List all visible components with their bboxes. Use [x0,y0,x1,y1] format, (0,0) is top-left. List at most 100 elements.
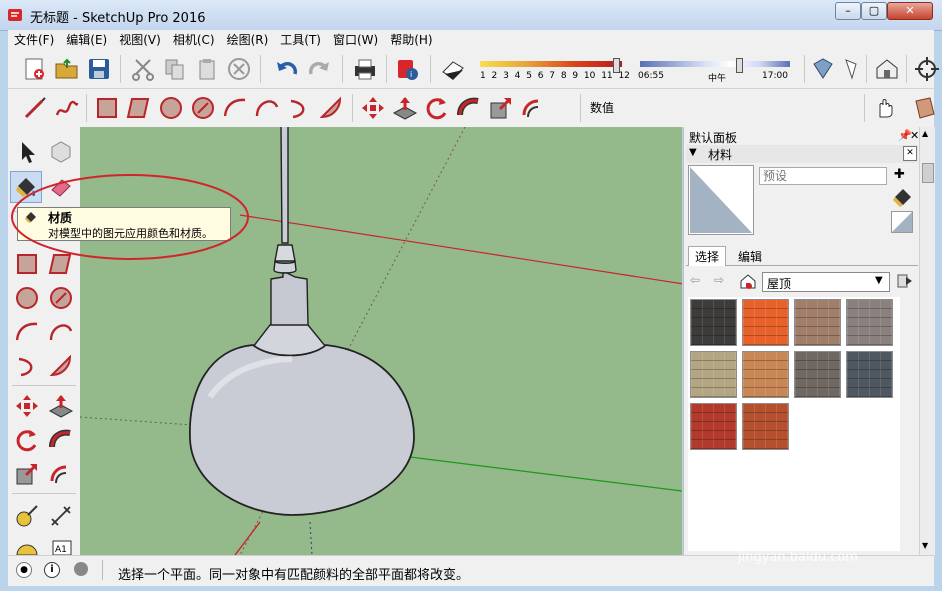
arc-left-icon[interactable] [14,319,40,345]
maximize-button[interactable]: ▢ [861,2,887,20]
two-point-arc-left-icon[interactable] [48,319,74,345]
shadows-toggle-icon[interactable] [440,56,466,82]
rotate-tool-icon[interactable] [424,95,450,121]
sketchup-app-icon[interactable] [7,7,23,23]
swatch-roof-tile[interactable] [742,403,789,450]
rotated-rectangle-icon[interactable] [126,95,152,121]
scale-left-icon[interactable] [14,461,40,487]
section-close-icon[interactable]: ✕ [903,146,917,161]
walk-hand-icon[interactable] [872,95,898,121]
push-pull-icon[interactable] [392,95,418,121]
menu-draw[interactable]: 绘图(R) [221,30,275,50]
print-icon[interactable] [352,56,378,82]
swatch-roof-gray[interactable] [846,299,893,346]
forward-arrow-icon[interactable]: ⇨ [714,273,724,287]
material-category-select[interactable]: 屋顶 ▼ [762,272,890,292]
model-viewport[interactable] [80,127,682,555]
create-material-icon[interactable]: ✚ [894,167,908,185]
line-tool-icon[interactable] [22,95,48,121]
push-pull-left-icon[interactable] [48,393,74,419]
swatch-roof-scale[interactable] [742,351,789,398]
swatch-roof-blue-gray[interactable] [846,351,893,398]
follow-me-icon[interactable] [456,95,482,121]
shadow-time-slider[interactable]: 06:55 中午 17:00 [636,58,796,84]
erase-icon[interactable] [226,56,252,82]
home-icon[interactable] [740,273,756,289]
scroll-up-icon[interactable]: ▲ [922,129,932,139]
material-name-field[interactable] [759,167,887,185]
menu-window[interactable]: 窗口(W) [327,30,384,50]
tab-edit[interactable]: 编辑 [732,248,768,265]
polygon-left-icon[interactable] [48,285,74,311]
scale-tool-icon[interactable] [488,95,514,121]
swatch-roof-orange[interactable] [742,299,789,346]
open-folder-icon[interactable] [54,56,80,82]
materials-section-header[interactable]: ▼ 材料 ✕ [686,145,918,163]
offset-left-icon[interactable] [48,461,74,487]
tray-close-icon[interactable]: ✕ [910,129,919,142]
paste-icon[interactable] [194,56,220,82]
menu-edit[interactable]: 编辑(E) [60,30,113,50]
paint-bucket-tool[interactable] [10,171,42,203]
menu-camera[interactable]: 相机(C) [167,30,221,50]
tape-measure-icon[interactable] [14,503,40,529]
menu-view[interactable]: 视图(V) [113,30,167,50]
eraser-tool-icon[interactable] [48,174,74,200]
swatch-roof-red-metal[interactable] [690,403,737,450]
three-point-arc-left-icon[interactable] [14,353,40,379]
two-point-arc-icon[interactable] [254,95,280,121]
pie-left-icon[interactable] [48,353,74,379]
arc-tool-icon[interactable] [222,95,248,121]
sample-paint-icon[interactable] [891,187,915,209]
credits-info-icon[interactable]: i [44,562,60,578]
swatch-roof-tan[interactable] [690,351,737,398]
rectangle-left-icon[interactable] [14,251,40,277]
position-camera-icon[interactable] [914,56,940,82]
back-arrow-icon[interactable]: ⇦ [690,273,700,287]
polygon-tool-icon[interactable] [190,95,216,121]
model-info-icon[interactable]: i [394,56,420,82]
rotate-left-icon[interactable] [14,427,40,453]
user-icon[interactable] [74,562,88,576]
tab-select[interactable]: 选择 [688,246,727,266]
swatch-roof-brown[interactable] [794,299,841,346]
close-button[interactable]: ✕ [887,2,933,20]
new-file-icon[interactable] [22,56,48,82]
three-point-arc-icon[interactable] [286,95,312,121]
swatch-roof-slate[interactable] [690,299,737,346]
shadow-date-slider[interactable]: 1 2 3 4 5 6 7 8 9 10 11 12 [474,58,634,82]
default-material-icon[interactable] [891,211,913,233]
circle-tool-icon[interactable] [158,95,184,121]
scroll-thumb[interactable] [922,163,934,183]
details-arrow-icon[interactable] [896,272,914,290]
cut-icon[interactable] [130,56,156,82]
display-style-2-icon[interactable] [836,56,862,82]
move-left-icon[interactable] [14,393,40,419]
save-icon[interactable] [86,56,112,82]
move-tool-icon[interactable] [360,95,386,121]
make-component-icon[interactable] [48,139,74,165]
pie-tool-icon[interactable] [318,95,344,121]
geo-location-icon[interactable]: ● [16,562,32,578]
rotated-rectangle-left-icon[interactable] [48,251,74,277]
undo-icon[interactable] [274,56,300,82]
rectangle-tool-icon[interactable] [94,95,120,121]
house-view-icon[interactable] [874,56,900,82]
follow-me-left-icon[interactable] [48,427,74,453]
collapse-arrow-icon[interactable]: ▼ [689,147,697,158]
measurements-input[interactable] [620,96,850,118]
offset-tool-icon[interactable] [520,95,546,121]
display-style-icon[interactable] [810,56,836,82]
swatch-roof-dark[interactable] [794,351,841,398]
select-arrow-icon[interactable] [14,139,40,165]
menu-help[interactable]: 帮助(H) [384,30,438,50]
freehand-tool-icon[interactable] [54,95,80,121]
circle-left-icon[interactable] [14,285,40,311]
menu-file[interactable]: 文件(F) [8,30,60,50]
copy-icon[interactable] [162,56,188,82]
section-plane-icon[interactable] [912,95,938,121]
minimize-button[interactable]: – [835,2,861,20]
menu-tools[interactable]: 工具(T) [274,30,327,50]
redo-icon[interactable] [306,56,332,82]
dimension-tool-icon[interactable] [48,503,74,529]
